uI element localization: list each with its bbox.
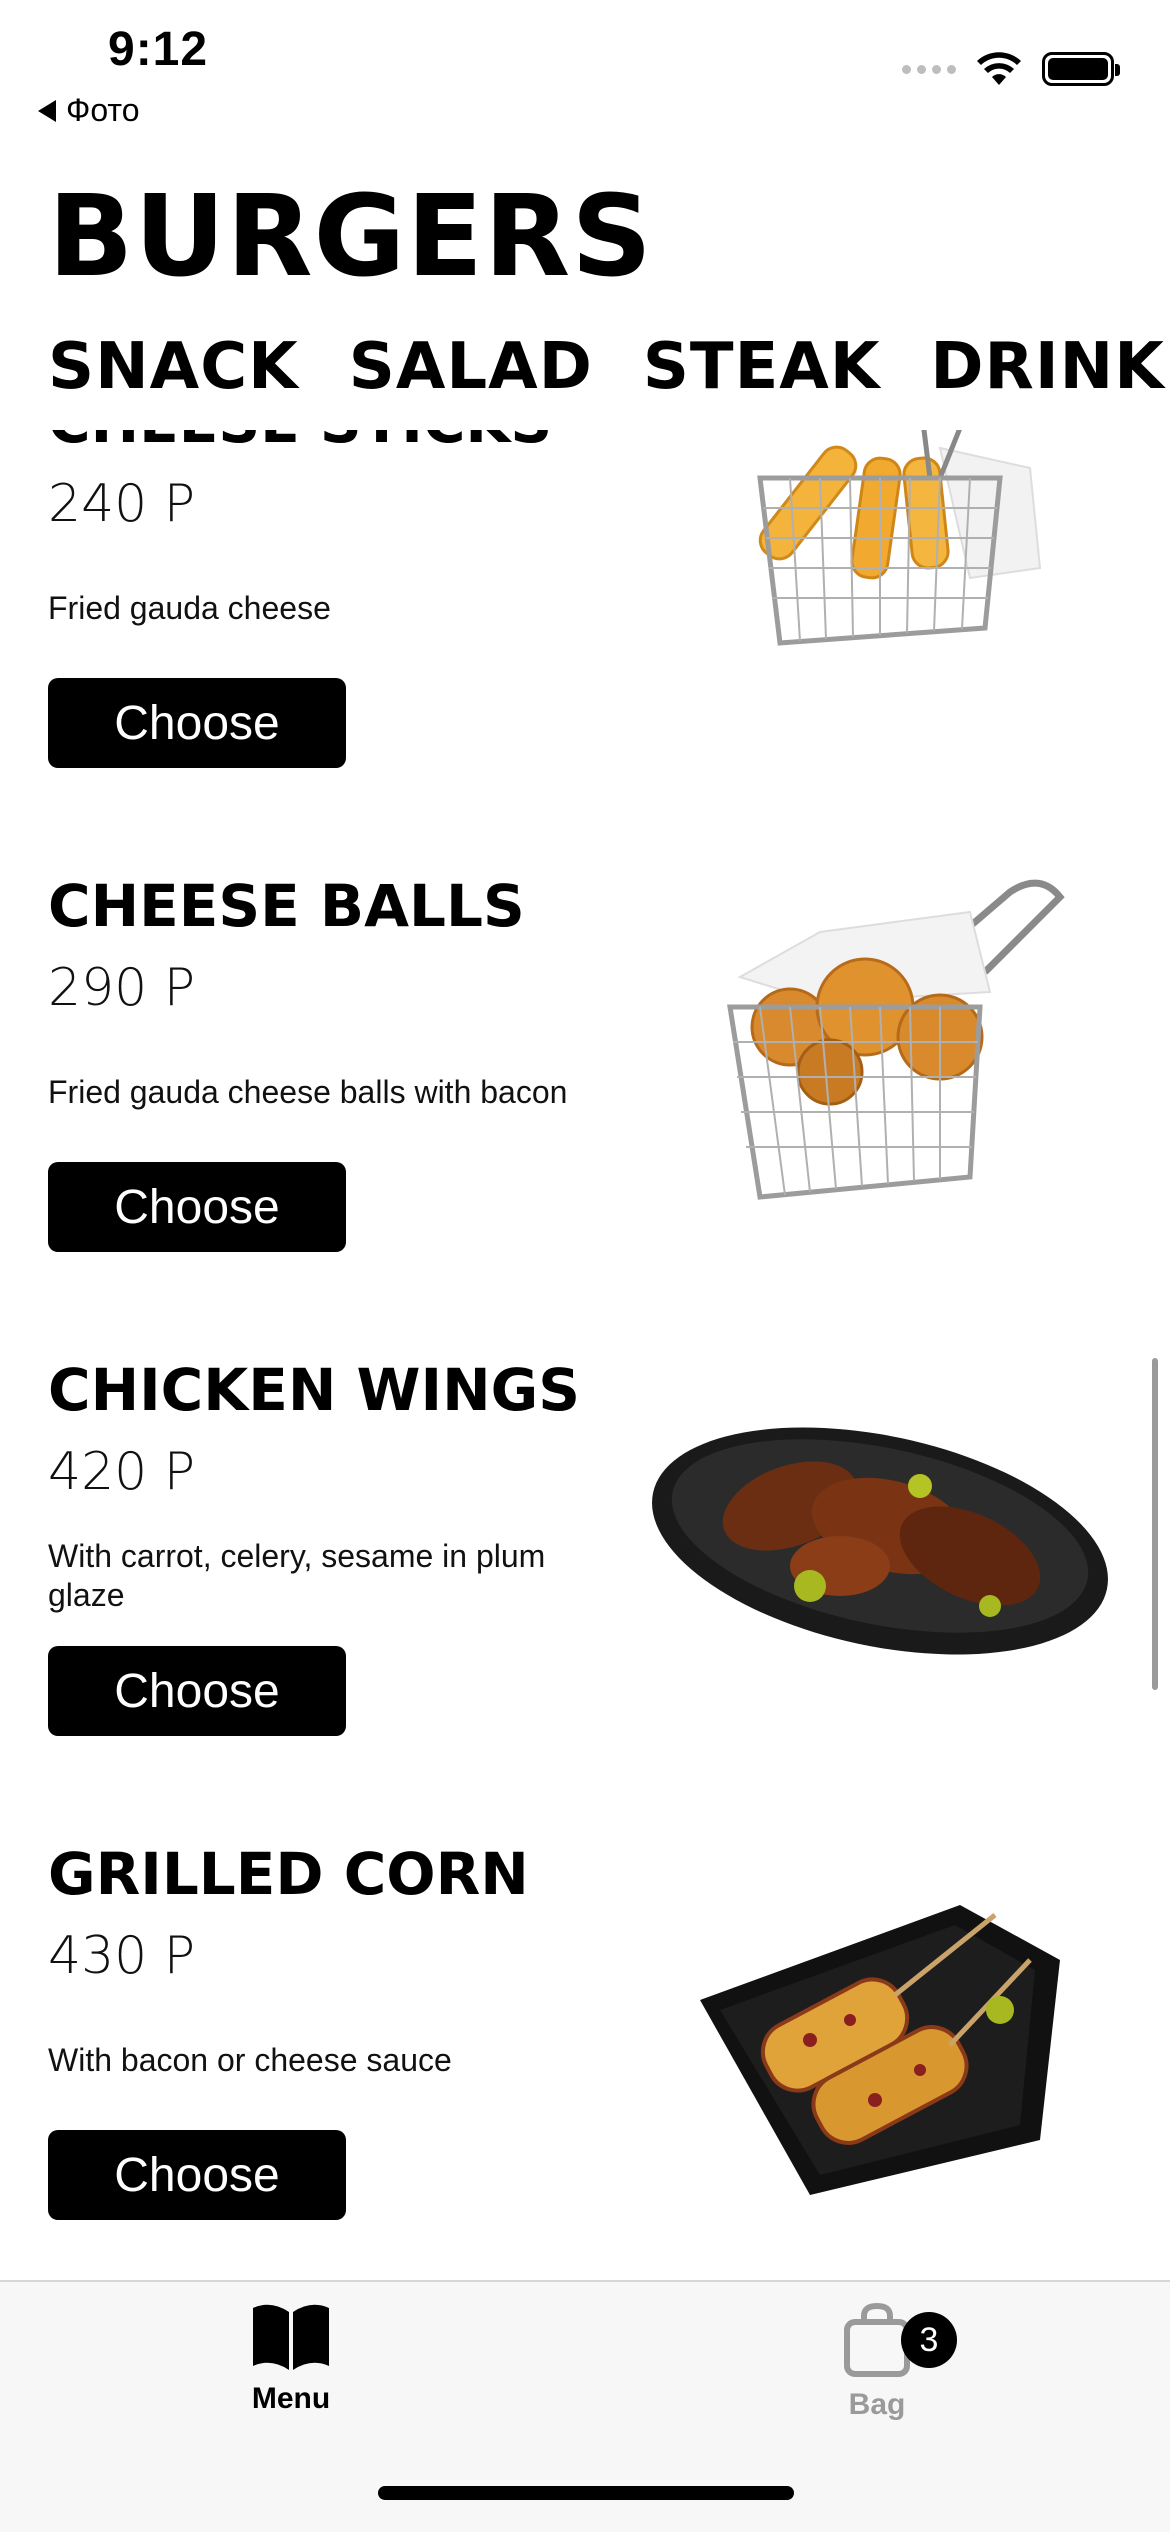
status-time: 9:12 (108, 23, 209, 76)
item-name: CHICKEN WINGS (48, 1356, 581, 1424)
menu-item: CHEESE STICKS 240 Р Fried gauda cheese C… (0, 430, 1170, 872)
choose-button[interactable]: Choose (48, 1162, 346, 1252)
page-title: BURGERS (48, 172, 653, 302)
menu-item: CHICKEN WINGS 420 Р With carrot, celery,… (0, 1356, 1170, 1840)
signal-icon (902, 64, 956, 74)
grilled-corn-image (700, 1905, 1060, 2195)
menu-list[interactable]: CHEESE STICKS 240 Р Fried gauda cheese C… (0, 430, 1170, 2280)
menu-item: GRILLED CORN 430 Р With bacon or cheese … (0, 1840, 1170, 2280)
choose-button[interactable]: Choose (48, 2130, 346, 2220)
item-name: CHEESE STICKS (48, 430, 552, 456)
item-price: 240 Р (48, 474, 196, 534)
item-description: With bacon or cheese sauce (48, 2041, 452, 2078)
choose-button[interactable]: Choose (48, 678, 346, 768)
status-icons (902, 52, 1120, 86)
tab-bag[interactable]: Bag 3 (777, 2302, 977, 2452)
status-bar: 9:12 Фото (0, 0, 1170, 140)
item-description: With carrot, celery, sesame in plum glaz… (48, 1538, 546, 1613)
back-to-app-link[interactable]: Фото (38, 92, 140, 129)
item-price: 430 Р (48, 1926, 196, 1986)
category-tabs: SNACK SALAD STEAK DRINK (48, 330, 1165, 404)
choose-button[interactable]: Choose (48, 1646, 346, 1736)
chicken-wings-image (652, 1427, 1108, 1655)
book-icon (253, 2304, 329, 2370)
tab-menu[interactable]: Menu (191, 2302, 391, 2452)
tab-menu-label: Menu (251, 2382, 331, 2415)
scroll-indicator[interactable] (1152, 1358, 1158, 1690)
item-name: CHEESE BALLS (48, 872, 525, 940)
category-tab-salad[interactable]: SALAD (349, 330, 593, 404)
cheese-sticks-image (757, 430, 1042, 646)
item-description: Fried gauda cheese (48, 589, 331, 626)
item-description: Fried gauda cheese balls with bacon (48, 1073, 568, 1110)
wifi-icon (977, 52, 1021, 85)
item-price: 290 Р (48, 958, 196, 1018)
back-triangle-icon (38, 99, 56, 122)
category-tab-steak[interactable]: STEAK (643, 330, 881, 404)
home-indicator[interactable] (378, 2486, 794, 2500)
back-app-label: Фото (66, 92, 140, 128)
item-price: 420 Р (48, 1442, 196, 1502)
item-name: GRILLED CORN (48, 1840, 529, 1908)
category-tab-drink[interactable]: DRINK (930, 330, 1164, 404)
tab-bag-label: Bag (848, 2388, 906, 2421)
bag-count-badge: 3 (901, 2312, 957, 2368)
menu-item: CHEESE BALLS 290 Р Fried gauda cheese ba… (0, 872, 1170, 1356)
cheese-balls-image (727, 879, 1065, 1200)
category-tab-snack[interactable]: SNACK (48, 330, 299, 404)
battery-icon (1042, 52, 1120, 86)
